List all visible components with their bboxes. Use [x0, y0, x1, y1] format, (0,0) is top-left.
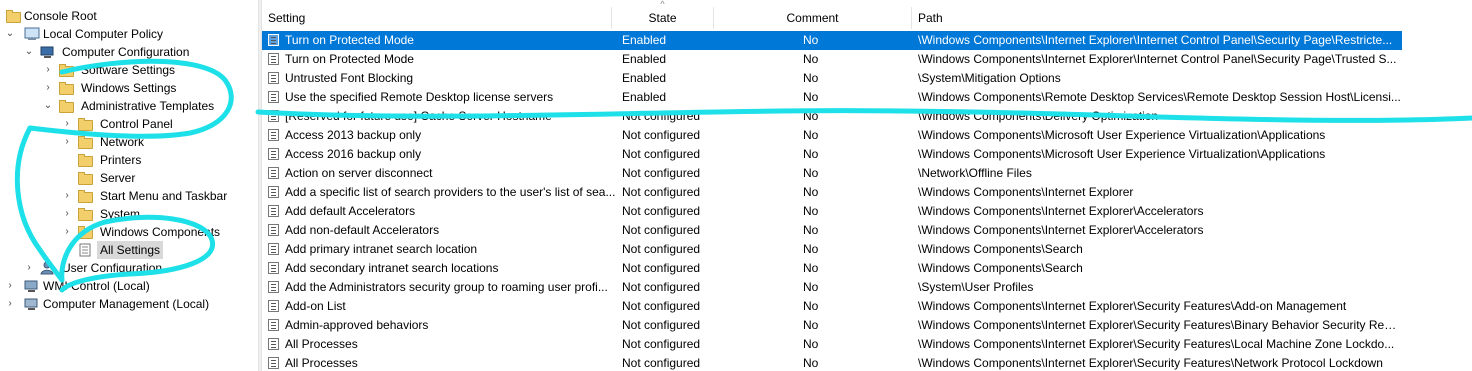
folder-icon — [59, 99, 75, 113]
policy-setting-icon — [268, 243, 279, 255]
policy-setting-icon — [268, 300, 279, 312]
wmi-icon — [24, 279, 40, 293]
table-row[interactable]: Untrusted Font Blocking Enabled No \System\… — [262, 69, 1402, 88]
folder-icon — [6, 9, 22, 23]
table-row[interactable]: Turn on Protected Mode Enabled No \Windows … — [262, 31, 1402, 50]
policy-setting-icon — [268, 186, 279, 198]
policy-setting-icon — [268, 281, 279, 293]
chevron-right-icon[interactable]: › — [42, 61, 54, 79]
chevron-right-icon[interactable]: › — [61, 133, 73, 151]
folder-icon — [78, 135, 94, 149]
chevron-down-icon[interactable]: ⌄ — [4, 25, 16, 43]
user-icon — [40, 261, 56, 275]
table-row[interactable]: Add the Administrators security group to… — [262, 278, 1402, 297]
folder-icon — [59, 63, 75, 77]
chevron-down-icon[interactable]: ⌄ — [42, 97, 54, 115]
computer-icon — [24, 297, 40, 311]
policy-setting-icon — [268, 148, 279, 160]
folder-icon — [78, 207, 94, 221]
folder-icon — [78, 171, 94, 185]
policy-setting-icon — [268, 91, 279, 103]
policy-setting-icon — [268, 53, 279, 65]
table-row[interactable]: Admin-approved behaviors Not configured No… — [262, 316, 1402, 335]
chevron-right-icon[interactable]: › — [4, 295, 16, 313]
table-row[interactable]: Add a specific list of search providers … — [262, 183, 1402, 202]
chevron-right-icon[interactable]: › — [61, 223, 73, 241]
policy-setting-icon — [268, 338, 279, 350]
policy-setting-icon — [268, 129, 279, 141]
policy-setting-icon — [268, 205, 279, 217]
column-header-state[interactable]: ^ State — [612, 0, 714, 29]
folder-icon — [78, 153, 94, 167]
settings-list: Setting ^ State Comment Path Turn on Pro… — [262, 0, 1472, 371]
policy-setting-icon — [268, 357, 279, 369]
table-row[interactable]: Action on server disconnect Not configure… — [262, 164, 1402, 183]
chevron-right-icon[interactable]: › — [61, 187, 73, 205]
chevron-right-icon[interactable]: › — [23, 259, 35, 277]
chevron-right-icon[interactable]: › — [61, 115, 73, 133]
table-row[interactable]: Add-on List Not configured No \Windows Comp… — [262, 297, 1402, 316]
policy-setting-icon — [268, 224, 279, 236]
policy-setting-icon — [268, 319, 279, 331]
policy-setting-icon — [268, 262, 279, 274]
policy-setting-icon — [268, 34, 279, 46]
settings-icon — [78, 243, 94, 257]
table-row[interactable]: Add secondary intranet search locations N… — [262, 259, 1402, 278]
table-row[interactable]: All Processes Not configured No \Windows Co… — [262, 335, 1402, 354]
policy-setting-icon — [268, 110, 279, 122]
folder-icon — [78, 225, 94, 239]
chevron-right-icon[interactable]: › — [42, 79, 54, 97]
column-header-comment[interactable]: Comment — [714, 7, 912, 29]
table-row[interactable]: Add primary intranet search location Not … — [262, 240, 1402, 259]
folder-icon — [59, 81, 75, 95]
chevron-down-icon[interactable]: ⌄ — [23, 43, 35, 61]
column-header: Setting ^ State Comment Path — [262, 0, 1472, 29]
table-row[interactable]: Access 2013 backup only Not configured No \… — [262, 126, 1402, 145]
column-header-setting[interactable]: Setting — [262, 7, 612, 29]
sort-ascending-icon: ^ — [660, 0, 665, 9]
policy-setting-icon — [268, 72, 279, 84]
folder-icon — [78, 189, 94, 203]
chevron-right-icon[interactable]: › — [4, 277, 16, 295]
policy-icon — [24, 27, 40, 41]
table-row[interactable]: Use the specified Remote Desktop license… — [262, 88, 1402, 107]
policy-setting-icon — [268, 167, 279, 179]
table-row[interactable]: [Reserved for future use] Cache Server H… — [262, 107, 1402, 126]
chevron-right-icon[interactable]: › — [61, 205, 73, 223]
folder-icon — [78, 117, 94, 131]
computer-icon — [40, 45, 56, 59]
table-row[interactable]: Turn on Protected Mode Enabled No \Windows … — [262, 50, 1402, 69]
table-row[interactable]: All Processes Not configured No \Windows Co… — [262, 354, 1402, 371]
column-header-path[interactable]: Path — [912, 7, 1412, 29]
table-row[interactable]: Add default Accelerators Not configured No… — [262, 202, 1402, 221]
console-tree: Console Root ⌄ Local Computer Policy ⌄ C… — [0, 0, 258, 371]
table-row[interactable]: Access 2016 backup only Not configured No \… — [262, 145, 1402, 164]
table-row[interactable]: Add non-default Accelerators Not configur… — [262, 221, 1402, 240]
